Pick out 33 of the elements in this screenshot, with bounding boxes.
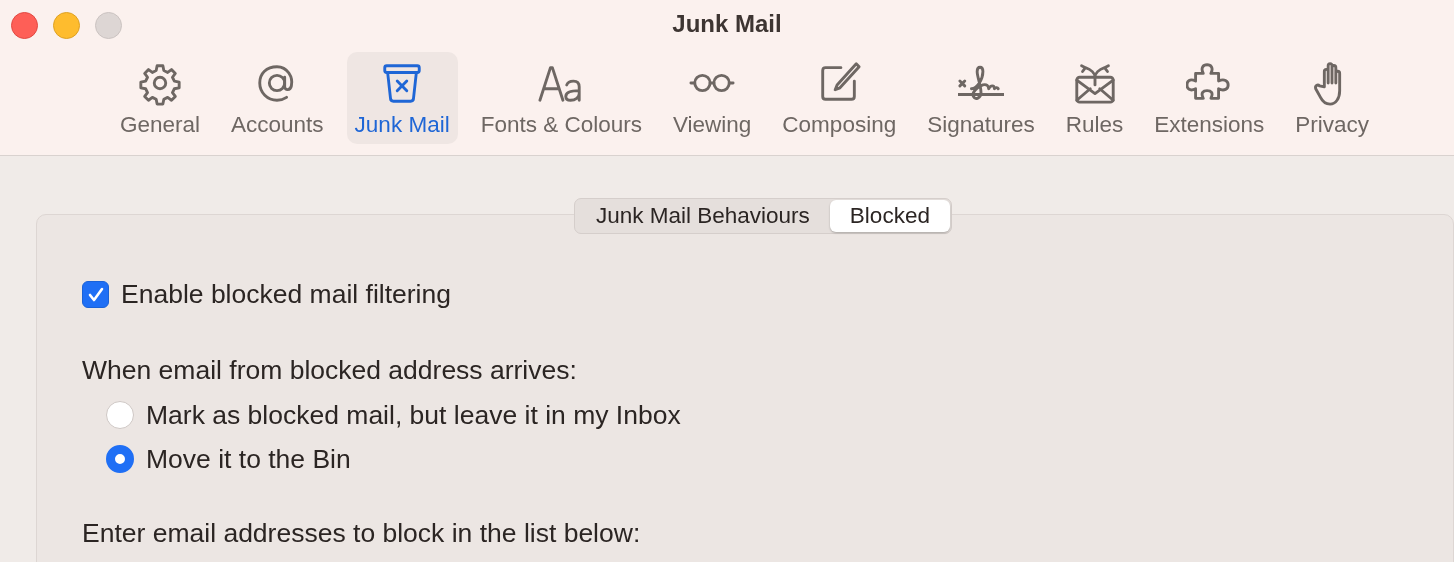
toolbar-tab[interactable]: Signatures bbox=[919, 52, 1043, 144]
toolbar-tab[interactable]: Junk Mail bbox=[346, 52, 458, 144]
radio-button[interactable] bbox=[106, 401, 134, 429]
radio-button[interactable] bbox=[106, 445, 134, 473]
toolbar-tab[interactable]: Extensions bbox=[1146, 52, 1273, 144]
radio-label: Mark as blocked mail, but leave it in my Inbox bbox=[146, 400, 681, 430]
compose-icon bbox=[821, 62, 861, 101]
section-label: When email from blocked address arrives: bbox=[82, 355, 578, 386]
close-button[interactable] bbox=[11, 12, 38, 39]
puzzle-piece-icon bbox=[1186, 63, 1230, 100]
segment-tab[interactable]: Blocked bbox=[829, 200, 950, 232]
glasses-icon bbox=[689, 73, 735, 93]
toolbar-tab[interactable]: Rules bbox=[1057, 52, 1132, 144]
minimize-button[interactable] bbox=[53, 12, 80, 39]
envelope-arrows-icon bbox=[1074, 64, 1115, 104]
radio-label: Move it to the Bin bbox=[146, 444, 351, 474]
checkbox[interactable] bbox=[82, 281, 109, 308]
toolbar-tab[interactable]: Fonts & Colours bbox=[472, 52, 650, 144]
toolbar-tab[interactable]: Privacy bbox=[1287, 52, 1378, 144]
checkbox-label: Enable blocked mail filtering bbox=[121, 279, 451, 310]
settings-icon bbox=[139, 64, 181, 106]
signature-icon bbox=[957, 65, 1004, 100]
window-title: Junk Mail bbox=[672, 10, 782, 38]
segment-tab[interactable]: Junk Mail Behaviours bbox=[576, 200, 830, 232]
at-sign-icon bbox=[258, 65, 294, 102]
toolbar-tab[interactable]: Viewing bbox=[664, 52, 760, 144]
toolbar-tab[interactable]: Composing bbox=[774, 52, 905, 144]
section-label: Enter email addresses to block in the list below: bbox=[82, 518, 642, 549]
junk-bin-icon bbox=[383, 64, 421, 103]
hand-icon bbox=[1314, 62, 1342, 106]
toolbar-tab[interactable]: General bbox=[112, 52, 209, 144]
toolbar-tab[interactable]: Accounts bbox=[223, 52, 332, 144]
font-icon bbox=[538, 66, 581, 102]
